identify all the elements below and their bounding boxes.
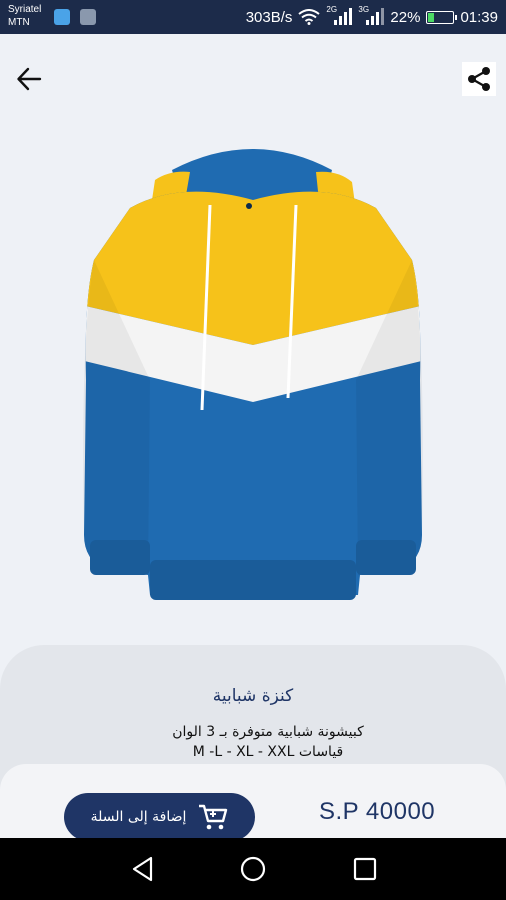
share-button[interactable] [462, 62, 496, 96]
add-to-cart-label: إضافة إلى السلة [90, 809, 187, 825]
description-line-1: كبيشونة شبابية متوفرة بـ 3 الوان [172, 724, 364, 740]
clock: 01:39 [460, 8, 498, 26]
battery-percent: 22% [390, 8, 421, 26]
battery-fill [428, 12, 435, 22]
share-icon [468, 67, 490, 91]
square-recents-icon [353, 857, 377, 881]
image-notification-icon [80, 9, 96, 25]
nav-home-button[interactable] [236, 852, 270, 886]
description-line-2: قياسات M -L - XL - XXL [192, 744, 344, 760]
product-description: كبيشونة شبابية متوفرة بـ 3 الوان قياسات … [0, 722, 506, 762]
navigation-bar [0, 838, 506, 900]
status-right: 303B/s 2G 3G 22% 01:39 [246, 0, 498, 34]
product-price: S.P 40000 [319, 798, 436, 825]
battery-icon [426, 10, 458, 24]
net-speed: 303B/s [245, 8, 293, 26]
cart-icon [199, 804, 228, 830]
wifi-icon [298, 9, 321, 25]
triangle-back-icon [132, 856, 153, 882]
circle-home-icon [240, 856, 266, 882]
add-to-cart-button[interactable]: إضافة إلى السلة [64, 793, 255, 841]
carrier-line-1: Syriatel [8, 4, 42, 15]
signal-2g-icon: 2G [326, 5, 353, 26]
signal-3g-icon: 3G [358, 5, 385, 26]
arrow-left-icon [17, 67, 42, 91]
bluetooth-icon [54, 9, 70, 25]
nav-back-button[interactable] [126, 852, 160, 886]
carrier-line-2: MTN [8, 17, 30, 28]
status-bar: Syriatel MTN 303B/s 2G 3G 22% 01:39 [0, 0, 506, 34]
product-image [83, 149, 423, 600]
product-title: كنزة شبابية [212, 686, 294, 706]
back-button[interactable] [12, 62, 46, 96]
carrier-label: Syriatel MTN [8, 3, 41, 29]
nav-recents-button[interactable] [348, 852, 382, 886]
